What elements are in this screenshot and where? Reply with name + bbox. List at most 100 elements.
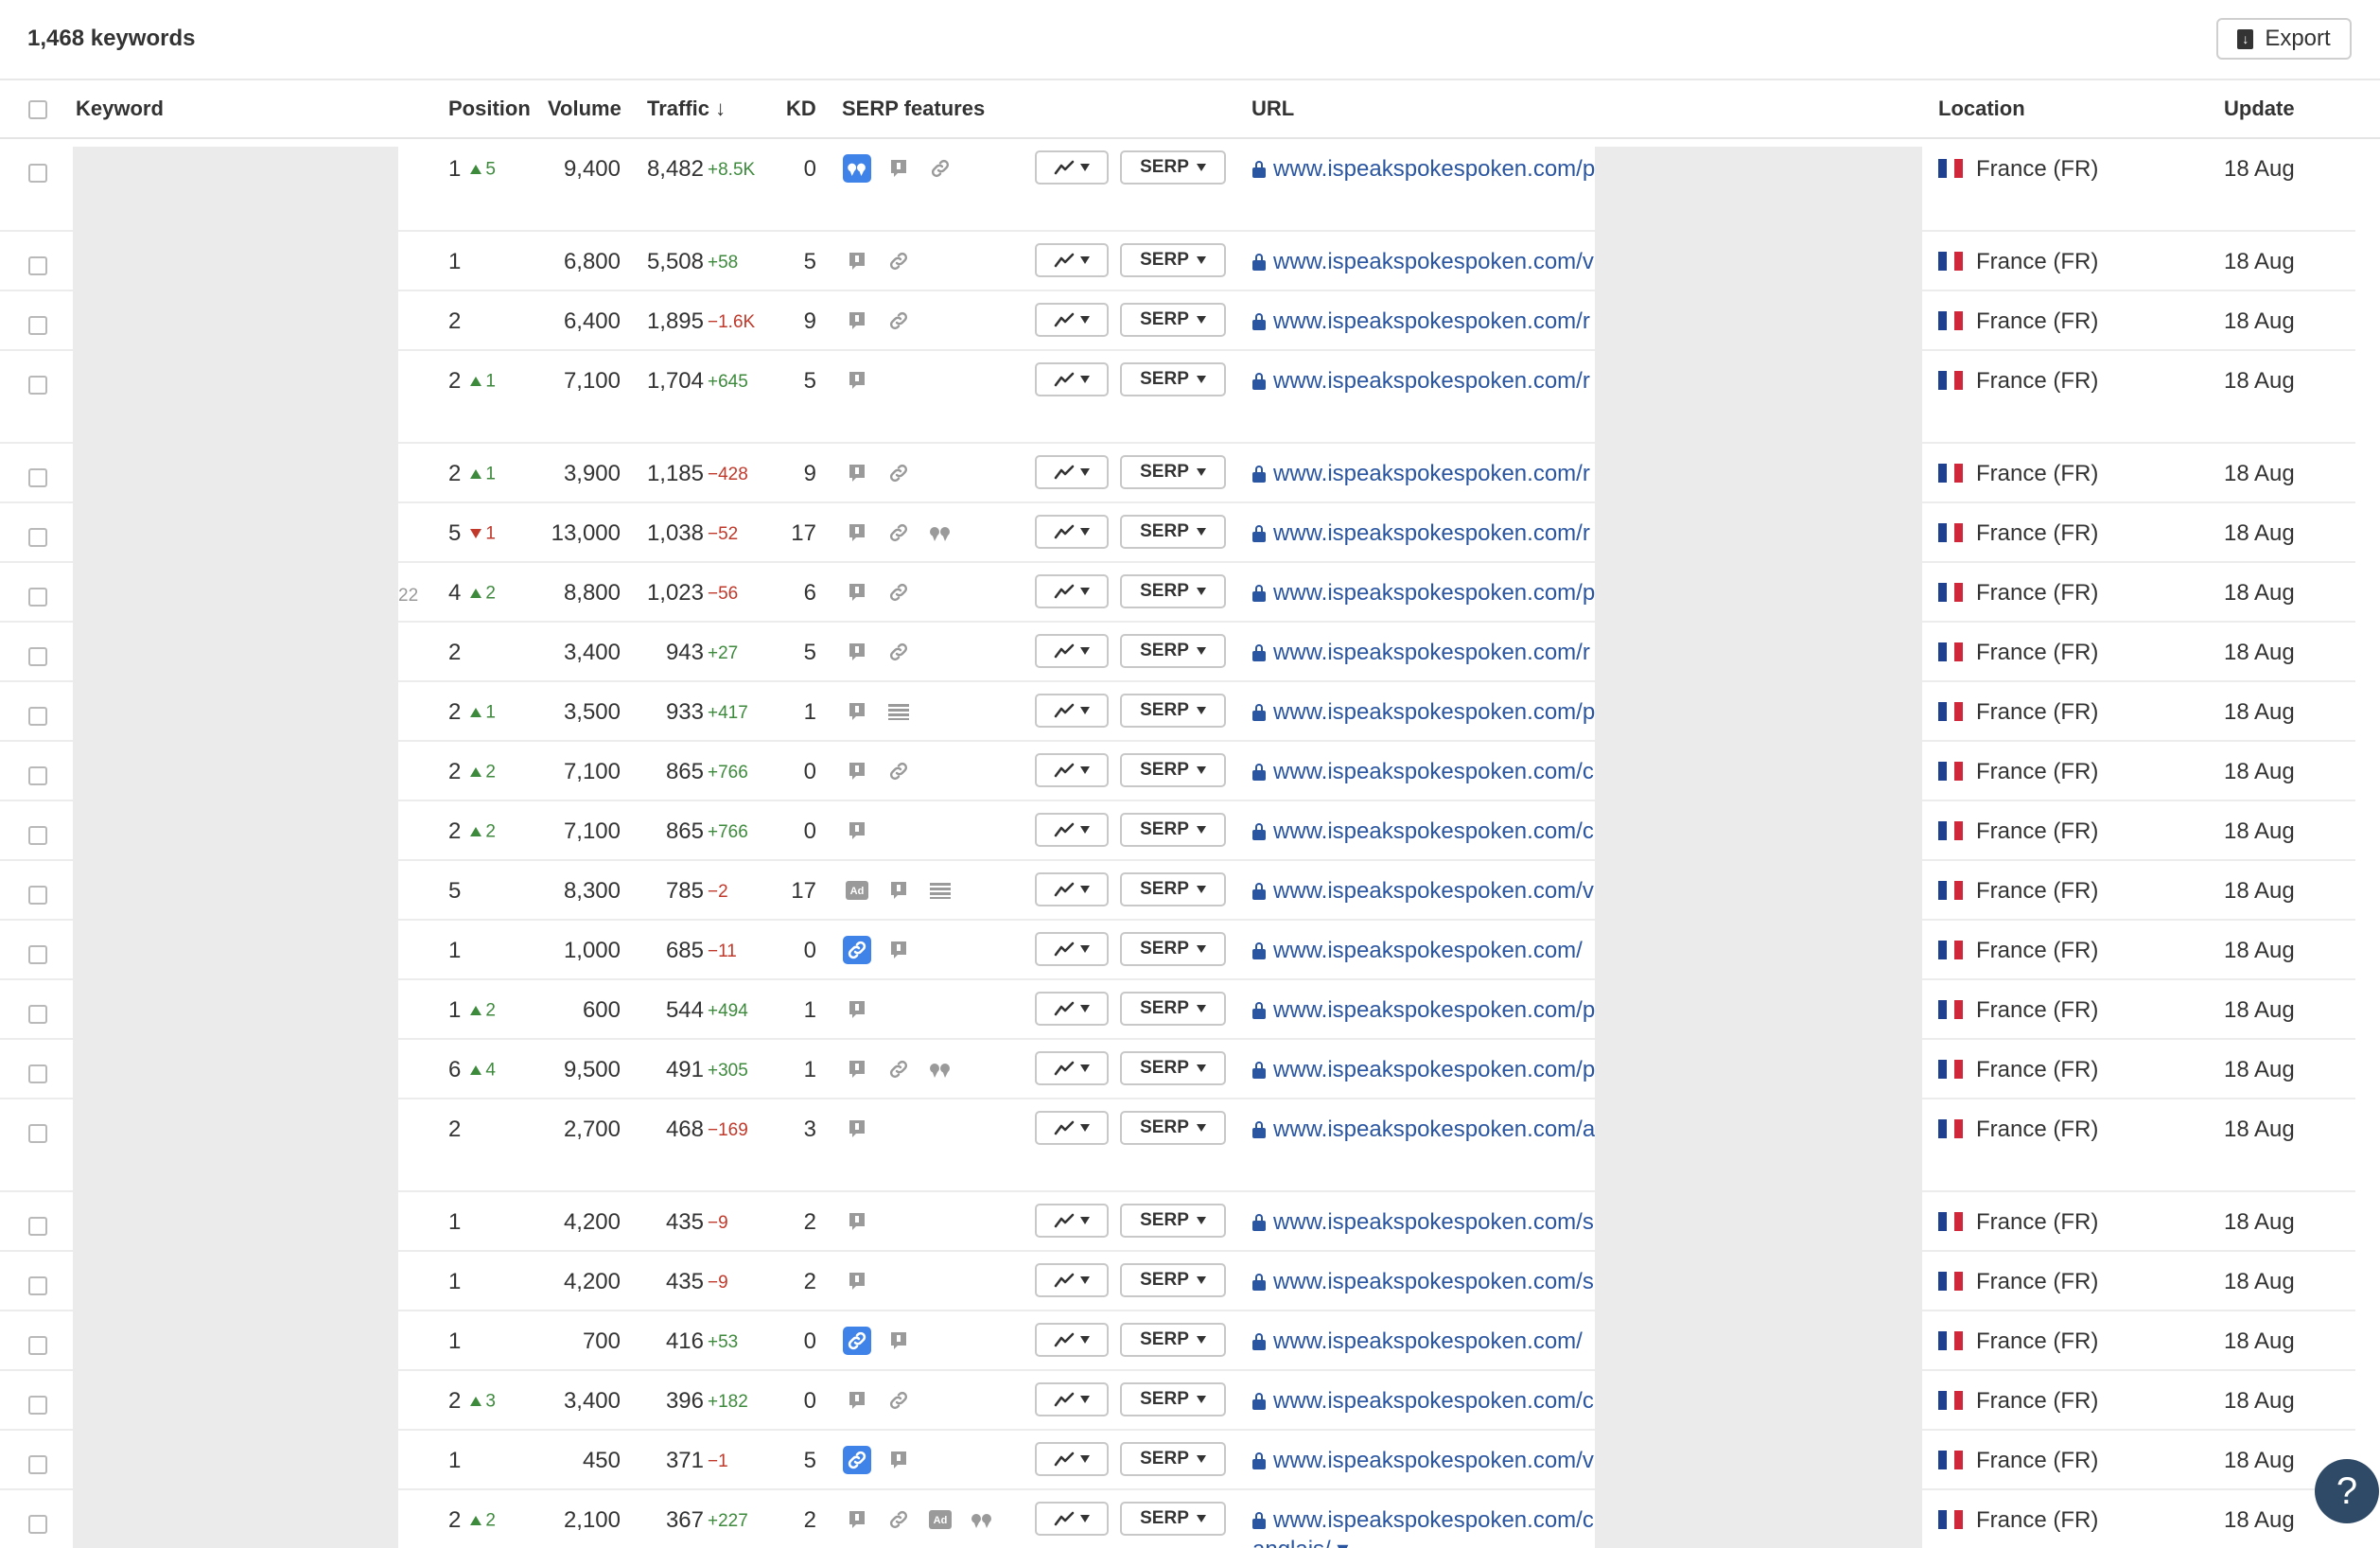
serp-button[interactable]: SERP: [1120, 1442, 1226, 1476]
row-checkbox[interactable]: [28, 468, 47, 487]
snippet-icon[interactable]: [843, 247, 871, 275]
snippet-icon[interactable]: [843, 307, 871, 335]
col-update[interactable]: Update: [2224, 97, 2295, 121]
ad-icon[interactable]: Ad: [926, 1505, 954, 1534]
snippet-icon[interactable]: [843, 1505, 871, 1534]
row-checkbox[interactable]: [28, 1005, 47, 1024]
quote-icon[interactable]: [968, 1505, 996, 1534]
col-position[interactable]: Position: [448, 97, 531, 121]
ranking-url[interactable]: www.ispeakspokespoken.com/p: [1252, 580, 1595, 607]
ranking-url[interactable]: www.ispeakspokespoken.com/v: [1252, 1448, 1595, 1474]
col-url[interactable]: URL: [1251, 97, 1294, 121]
trend-button[interactable]: [1035, 872, 1109, 906]
url-continuation[interactable]: anglais/ ▾: [1252, 1536, 1348, 1548]
serp-button[interactable]: SERP: [1120, 992, 1226, 1026]
snippet-icon[interactable]: [843, 1115, 871, 1143]
serp-button[interactable]: SERP: [1120, 753, 1226, 787]
row-checkbox[interactable]: [28, 376, 47, 395]
snippet-icon[interactable]: [884, 876, 913, 905]
snippet-icon[interactable]: [843, 366, 871, 395]
snippet-icon[interactable]: [843, 995, 871, 1024]
serp-button[interactable]: SERP: [1120, 1204, 1226, 1238]
sitelinks-icon[interactable]: [884, 638, 913, 666]
row-checkbox[interactable]: [28, 164, 47, 183]
col-traffic[interactable]: Traffic ↓: [647, 97, 726, 121]
ranking-url[interactable]: www.ispeakspokespoken.com/c: [1252, 759, 1595, 785]
ranking-url[interactable]: www.ispeakspokespoken.com/c: [1252, 1388, 1595, 1415]
quote-icon[interactable]: [926, 519, 954, 547]
trend-button[interactable]: [1035, 1382, 1109, 1416]
ranking-url[interactable]: www.ispeakspokespoken.com/r: [1252, 308, 1595, 335]
row-checkbox[interactable]: [28, 256, 47, 275]
serp-button[interactable]: SERP: [1120, 813, 1226, 847]
trend-button[interactable]: [1035, 455, 1109, 489]
sitelinks-icon[interactable]: [884, 578, 913, 607]
trend-button[interactable]: [1035, 1204, 1109, 1238]
col-kd[interactable]: KD: [786, 97, 816, 121]
snippet-icon[interactable]: [884, 1446, 913, 1474]
serp-button[interactable]: SERP: [1120, 243, 1226, 277]
trend-button[interactable]: [1035, 634, 1109, 668]
serp-button[interactable]: SERP: [1120, 515, 1226, 549]
sitelinks-icon[interactable]: [884, 247, 913, 275]
serp-button[interactable]: SERP: [1120, 455, 1226, 489]
sitelinks-icon[interactable]: [884, 307, 913, 335]
ranking-url[interactable]: www.ispeakspokespoken.com/r: [1252, 640, 1595, 666]
trend-button[interactable]: [1035, 150, 1109, 185]
select-all-checkbox[interactable]: [28, 100, 47, 119]
row-checkbox[interactable]: [28, 1217, 47, 1236]
ranking-url[interactable]: www.ispeakspokespoken.com/r: [1252, 520, 1595, 547]
serp-button[interactable]: SERP: [1120, 1382, 1226, 1416]
table-icon[interactable]: [884, 697, 913, 726]
sitelinks-icon[interactable]: [926, 154, 954, 183]
sitelinks-icon[interactable]: [884, 1505, 913, 1534]
ranking-url[interactable]: www.ispeakspokespoken.com/s: [1252, 1269, 1595, 1295]
trend-button[interactable]: [1035, 753, 1109, 787]
col-location[interactable]: Location: [1938, 97, 2025, 121]
serp-button[interactable]: SERP: [1120, 1051, 1226, 1085]
ranking-url[interactable]: www.ispeakspokespoken.com/: [1252, 938, 1595, 964]
snippet-icon[interactable]: [884, 1327, 913, 1355]
row-checkbox[interactable]: [28, 766, 47, 785]
row-checkbox[interactable]: [28, 886, 47, 905]
row-checkbox[interactable]: [28, 588, 47, 607]
help-button[interactable]: ?: [2315, 1459, 2379, 1523]
trend-button[interactable]: [1035, 1263, 1109, 1297]
snippet-icon[interactable]: [843, 459, 871, 487]
ranking-url[interactable]: www.ispeakspokespoken.com/p: [1252, 699, 1595, 726]
serp-button[interactable]: SERP: [1120, 694, 1226, 728]
row-checkbox[interactable]: [28, 1276, 47, 1295]
ranking-url[interactable]: www.ispeakspokespoken.com/r: [1252, 368, 1595, 395]
sitelinks-icon[interactable]: [884, 757, 913, 785]
snippet-icon[interactable]: [843, 638, 871, 666]
trend-button[interactable]: [1035, 1111, 1109, 1145]
row-checkbox[interactable]: [28, 1455, 47, 1474]
sitelinks-icon[interactable]: [843, 1446, 871, 1474]
export-button[interactable]: ↓ Export: [2216, 18, 2352, 60]
sitelinks-icon[interactable]: [884, 459, 913, 487]
ranking-url[interactable]: www.ispeakspokespoken.com/p: [1252, 1057, 1595, 1083]
serp-button[interactable]: SERP: [1120, 634, 1226, 668]
quote-icon[interactable]: [926, 1055, 954, 1083]
ranking-url[interactable]: www.ispeakspokespoken.com/v: [1252, 249, 1595, 275]
sitelinks-icon[interactable]: [884, 1386, 913, 1415]
trend-button[interactable]: [1035, 515, 1109, 549]
snippet-icon[interactable]: [843, 1207, 871, 1236]
trend-button[interactable]: [1035, 362, 1109, 396]
serp-button[interactable]: SERP: [1120, 362, 1226, 396]
row-checkbox[interactable]: [28, 1064, 47, 1083]
snippet-icon[interactable]: [843, 1267, 871, 1295]
ad-icon[interactable]: Ad: [843, 876, 871, 905]
serp-button[interactable]: SERP: [1120, 303, 1226, 337]
serp-button[interactable]: SERP: [1120, 150, 1226, 185]
snippet-icon[interactable]: [884, 936, 913, 964]
row-checkbox[interactable]: [28, 316, 47, 335]
ranking-url[interactable]: www.ispeakspokespoken.com/c: [1252, 818, 1595, 845]
trend-button[interactable]: [1035, 1442, 1109, 1476]
quote-icon[interactable]: [843, 154, 871, 183]
ranking-url[interactable]: www.ispeakspokespoken.com/r: [1252, 461, 1595, 487]
row-checkbox[interactable]: [28, 1336, 47, 1355]
serp-button[interactable]: SERP: [1120, 574, 1226, 608]
row-checkbox[interactable]: [28, 1124, 47, 1143]
trend-button[interactable]: [1035, 574, 1109, 608]
